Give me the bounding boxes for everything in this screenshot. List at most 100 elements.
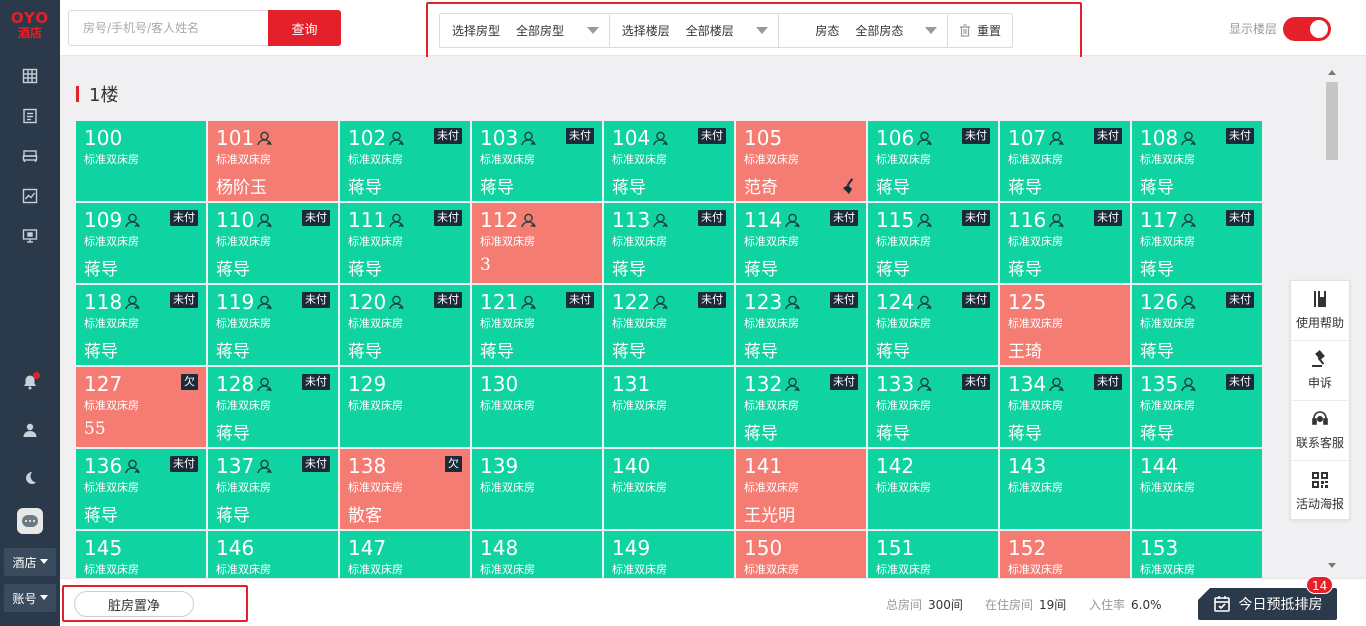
room-card-104[interactable]: 104 标准双床房 蒋导 未付 — [604, 121, 734, 201]
room-card-117[interactable]: 117 标准双床房 蒋导 未付 — [1132, 203, 1262, 283]
room-number: 141 — [744, 454, 783, 478]
room-card-112[interactable]: 112 标准双床房 3 — [472, 203, 602, 283]
room-type: 标准双床房 — [744, 317, 799, 330]
account-dropdown[interactable]: 账号 — [4, 584, 56, 612]
room-card-110[interactable]: 110 标准双床房 蒋导 未付 — [208, 203, 338, 283]
room-status-select[interactable]: 房态 全部房态 — [779, 14, 949, 47]
room-card-139[interactable]: 139 标准双床房 — [472, 449, 602, 529]
room-card-128[interactable]: 128 标准双床房 蒋导 未付 — [208, 367, 338, 447]
room-card-129[interactable]: 129 标准双床房 — [340, 367, 470, 447]
room-card-133[interactable]: 133 标准双床房 蒋导 未付 — [868, 367, 998, 447]
payment-status-badge: 未付 — [170, 456, 198, 472]
room-card-109[interactable]: 109 标准双床房 蒋导 未付 — [76, 203, 206, 283]
payment-status-badge: 未付 — [962, 292, 990, 308]
monitor-icon[interactable] — [18, 224, 42, 248]
bell-icon[interactable] — [18, 370, 42, 394]
room-card-125[interactable]: 125 标准双床房 王琦 — [1000, 285, 1130, 365]
room-card-134[interactable]: 134 标准双床房 蒋导 未付 — [1000, 367, 1130, 447]
room-card-106[interactable]: 106 标准双床房 蒋导 未付 — [868, 121, 998, 201]
payment-status-badge: 欠 — [445, 456, 462, 472]
room-number: 135 — [1140, 371, 1197, 397]
room-card-145[interactable]: 145 标准双床房 — [76, 531, 206, 578]
reset-button[interactable]: 重置 — [948, 14, 1012, 47]
room-card-137[interactable]: 137 标准双床房 蒋导 未付 — [208, 449, 338, 529]
chat-icon[interactable] — [17, 508, 43, 534]
room-card-130[interactable]: 130 标准双床房 — [472, 367, 602, 447]
room-card-116[interactable]: 116 标准双床房 蒋导 未付 — [1000, 203, 1130, 283]
room-card-142[interactable]: 142 标准双床房 — [868, 449, 998, 529]
help-item-poster[interactable]: 活动海报 — [1291, 461, 1349, 521]
scroll-down-arrow[interactable] — [1328, 563, 1336, 568]
room-card-123[interactable]: 123 标准双床房 蒋导 未付 — [736, 285, 866, 365]
room-type: 标准双床房 — [348, 563, 403, 576]
room-card-121[interactable]: 121 标准双床房 蒋导 未付 — [472, 285, 602, 365]
list-icon[interactable] — [18, 104, 42, 128]
room-card-146[interactable]: 146 标准双床房 — [208, 531, 338, 578]
search-input[interactable] — [68, 10, 268, 46]
help-item-customer-service[interactable]: 联系客服 — [1291, 401, 1349, 461]
room-card-148[interactable]: 148 标准双床房 — [472, 531, 602, 578]
guest-name: 蒋导 — [84, 342, 118, 362]
room-card-140[interactable]: 140 标准双床房 — [604, 449, 734, 529]
room-card-127[interactable]: 127 标准双床房 55 欠 — [76, 367, 206, 447]
person-icon — [1181, 377, 1196, 391]
room-card-151[interactable]: 151 标准双床房 — [868, 531, 998, 578]
room-card-101[interactable]: 101 标准双床房 杨阶玉 — [208, 121, 338, 201]
room-card-118[interactable]: 118 标准双床房 蒋导 未付 — [76, 285, 206, 365]
room-card-149[interactable]: 149 标准双床房 — [604, 531, 734, 578]
help-item-usage[interactable]: 使用帮助 — [1291, 281, 1349, 341]
bed-icon[interactable] — [18, 144, 42, 168]
room-card-113[interactable]: 113 标准双床房 蒋导 未付 — [604, 203, 734, 283]
room-card-122[interactable]: 122 标准双床房 蒋导 未付 — [604, 285, 734, 365]
room-type: 标准双床房 — [480, 481, 535, 494]
headset-icon — [1312, 411, 1328, 425]
room-type: 标准双床房 — [612, 153, 667, 166]
room-card-119[interactable]: 119 标准双床房 蒋导 未付 — [208, 285, 338, 365]
floor-select[interactable]: 选择楼层 全部楼层 — [610, 14, 780, 47]
room-type: 标准双床房 — [1140, 153, 1195, 166]
oyo-logo[interactable]: OYO 酒店 — [0, 0, 60, 50]
room-card-124[interactable]: 124 标准双床房 蒋导 未付 — [868, 285, 998, 365]
room-type-select[interactable]: 选择房型 全部房型 — [440, 14, 610, 47]
room-card-114[interactable]: 114 标准双床房 蒋导 未付 — [736, 203, 866, 283]
sidebar: OYO 酒店 酒店 账号 — [0, 0, 60, 626]
room-card-102[interactable]: 102 标准双床房 蒋导 未付 — [340, 121, 470, 201]
room-card-103[interactable]: 103 标准双床房 蒋导 未付 — [472, 121, 602, 201]
dirty-clean-button[interactable]: 脏房置净 — [74, 591, 194, 617]
help-item-appeal[interactable]: 申诉 — [1291, 341, 1349, 401]
person-icon — [785, 295, 800, 309]
notification-dot — [33, 372, 40, 379]
room-card-141[interactable]: 141 标准双床房 王光明 — [736, 449, 866, 529]
user-icon[interactable] — [18, 418, 42, 442]
room-board: 1楼 100 标准双床房 101 标准双床房 杨阶玉 102 标准双床房 蒋导 未付 103 标准双… — [60, 57, 1342, 578]
search-button[interactable]: 查询 — [268, 10, 341, 46]
room-card-107[interactable]: 107 标准双床房 蒋导 未付 — [1000, 121, 1130, 201]
room-card-132[interactable]: 132 标准双床房 蒋导 未付 — [736, 367, 866, 447]
room-card-153[interactable]: 153 标准双床房 — [1132, 531, 1262, 578]
room-card-108[interactable]: 108 标准双床房 蒋导 未付 — [1132, 121, 1262, 201]
room-card-120[interactable]: 120 标准双床房 蒋导 未付 — [340, 285, 470, 365]
grid-icon[interactable] — [18, 64, 42, 88]
room-card-138[interactable]: 138 标准双床房 散客 欠 — [340, 449, 470, 529]
room-card-126[interactable]: 126 标准双床房 蒋导 未付 — [1132, 285, 1262, 365]
room-number: 136 — [84, 453, 141, 479]
board-scrollbar-thumb[interactable] — [1326, 82, 1338, 160]
chart-icon[interactable] — [18, 184, 42, 208]
room-card-144[interactable]: 144 标准双床房 — [1132, 449, 1262, 529]
hotel-dropdown[interactable]: 酒店 — [4, 548, 56, 576]
room-card-143[interactable]: 143 标准双床房 — [1000, 449, 1130, 529]
scroll-up-arrow[interactable] — [1328, 70, 1336, 75]
room-card-150[interactable]: 150 标准双床房 — [736, 531, 866, 578]
payment-status-badge: 未付 — [830, 374, 858, 390]
room-card-152[interactable]: 152 标准双床房 — [1000, 531, 1130, 578]
room-card-147[interactable]: 147 标准双床房 — [340, 531, 470, 578]
room-card-111[interactable]: 111 标准双床房 蒋导 未付 — [340, 203, 470, 283]
moon-icon[interactable] — [18, 466, 42, 490]
room-card-136[interactable]: 136 标准双床房 蒋导 未付 — [76, 449, 206, 529]
room-card-115[interactable]: 115 标准双床房 蒋导 未付 — [868, 203, 998, 283]
room-card-105[interactable]: 105 标准双床房 范奇 — [736, 121, 866, 201]
room-card-135[interactable]: 135 标准双床房 蒋导 未付 — [1132, 367, 1262, 447]
room-card-100[interactable]: 100 标准双床房 — [76, 121, 206, 201]
room-card-131[interactable]: 131 标准双床房 — [604, 367, 734, 447]
show-floor-toggle[interactable] — [1283, 17, 1331, 41]
